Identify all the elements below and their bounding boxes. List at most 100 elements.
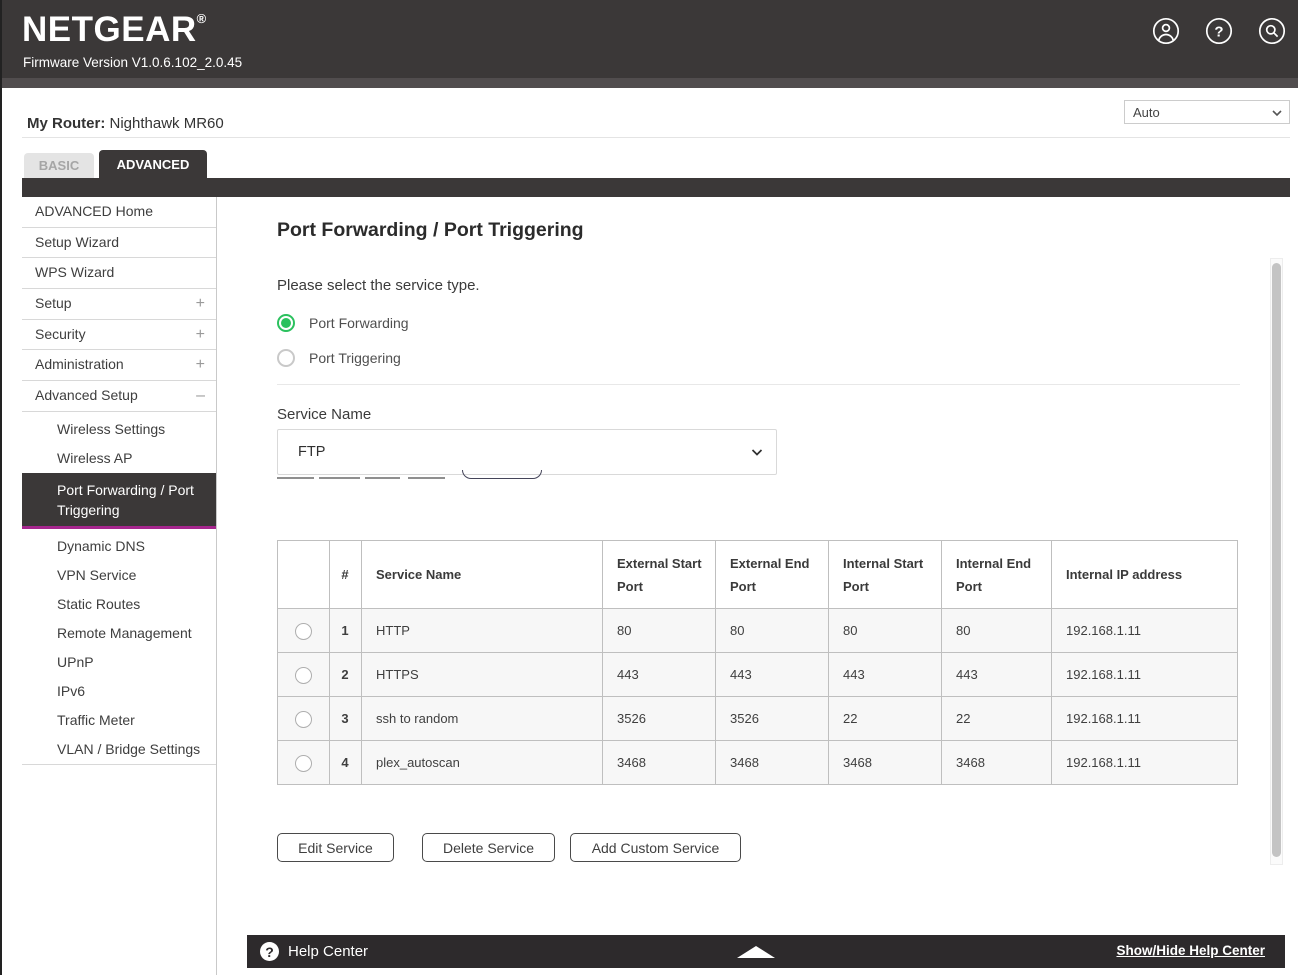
tab-basic[interactable]: BASIC (24, 153, 94, 178)
search-icon[interactable] (1258, 17, 1286, 45)
col-header-num: # (330, 541, 362, 609)
row-int-end: 80 (942, 609, 1052, 653)
sidebar-item-label: Administration (35, 356, 124, 372)
sidebar-item-label: Security (35, 326, 86, 342)
row-select-cell (278, 741, 330, 785)
help-question-icon: ? (260, 942, 279, 961)
col-header-ext-end: External EndPort (716, 541, 829, 609)
service-type-prompt: Please select the service type. (277, 277, 480, 294)
header-bottom-strip (2, 78, 1298, 88)
row-radio[interactable] (295, 711, 312, 728)
sidebar-item-vlan-bridge[interactable]: VLAN / Bridge Settings (22, 735, 216, 764)
sidebar-item-port-forwarding[interactable]: Port Forwarding / Port Triggering (22, 473, 216, 529)
my-router-label: My Router: Nighthawk MR60 (27, 115, 224, 132)
sidebar-item-advanced-setup[interactable]: Advanced Setup– (22, 381, 216, 412)
radio-column-header (278, 541, 330, 609)
sidebar-item-traffic-meter[interactable]: Traffic Meter (22, 706, 216, 735)
clipped-button-edge (462, 470, 542, 479)
delete-service-button[interactable]: Delete Service (422, 833, 555, 862)
sidebar-item-wireless-ap[interactable]: Wireless AP (22, 444, 216, 473)
sidebar-item-vpn-service[interactable]: VPN Service (22, 561, 216, 590)
sidebar-group-divider (22, 764, 216, 765)
edit-service-button[interactable]: Edit Service (277, 833, 394, 862)
radio-selected-icon[interactable] (277, 314, 295, 332)
sidebar-nav: ADVANCED Home Setup Wizard WPS Wizard Se… (22, 197, 217, 975)
radio-port-triggering[interactable]: Port Triggering (277, 348, 401, 368)
chevron-down-icon (1271, 107, 1283, 119)
help-center-title: Help Center (288, 943, 368, 960)
row-ip: 192.168.1.11 (1052, 741, 1238, 785)
row-int-end: 443 (942, 653, 1052, 697)
sidebar-item-label: WPS Wizard (35, 264, 114, 280)
port-forwarding-table: # Service Name External StartPort Extern… (277, 540, 1238, 785)
sidebar-item-wireless-settings[interactable]: Wireless Settings (22, 415, 216, 444)
clipped-field-edge (319, 477, 360, 479)
service-name-label: Service Name (277, 406, 371, 423)
sidebar-item-remote-management[interactable]: Remote Management (22, 619, 216, 648)
help-icon[interactable]: ? (1205, 17, 1233, 45)
clipped-field-edge (408, 477, 445, 479)
col-header-service-name: Service Name (362, 541, 603, 609)
collapse-minus-icon[interactable]: – (196, 381, 205, 411)
row-num: 4 (330, 741, 362, 785)
row-int-end: 3468 (942, 741, 1052, 785)
sidebar-item-static-routes[interactable]: Static Routes (22, 590, 216, 619)
svg-text:?: ? (1214, 24, 1223, 41)
row-ext-end: 443 (716, 653, 829, 697)
expand-plus-icon[interactable]: + (196, 289, 205, 319)
col-header-int-start: Internal StartPort (829, 541, 942, 609)
sidebar-item-upnp[interactable]: UPnP (22, 648, 216, 677)
col-header-internal-ip: Internal IP address (1052, 541, 1238, 609)
collapse-arrow-icon[interactable] (737, 946, 775, 958)
tab-advanced[interactable]: ADVANCED (99, 150, 207, 178)
row-ip: 192.168.1.11 (1052, 609, 1238, 653)
row-num: 2 (330, 653, 362, 697)
table-header-row: # Service Name External StartPort Extern… (278, 541, 1238, 609)
clipped-field-edge (277, 477, 314, 479)
add-custom-service-button[interactable]: Add Custom Service (570, 833, 741, 862)
row-service: HTTPS (362, 653, 603, 697)
row-radio[interactable] (295, 755, 312, 772)
auto-refresh-select[interactable]: Auto (1124, 100, 1290, 124)
scrollbar-thumb[interactable] (1272, 263, 1281, 857)
row-int-end: 22 (942, 697, 1052, 741)
table-row: 4 plex_autoscan 3468 3468 3468 3468 192.… (278, 741, 1238, 785)
expand-plus-icon[interactable]: + (196, 350, 205, 380)
table-row: 3 ssh to random 3526 3526 22 22 192.168.… (278, 697, 1238, 741)
row-int-start: 443 (829, 653, 942, 697)
row-int-start: 3468 (829, 741, 942, 785)
row-radio[interactable] (295, 623, 312, 640)
row-ext-start: 3468 (603, 741, 716, 785)
sidebar-item-setup-wizard[interactable]: Setup Wizard (22, 228, 216, 259)
row-ip: 192.168.1.11 (1052, 697, 1238, 741)
sidebar-item-security[interactable]: Security + (22, 320, 216, 351)
expand-plus-icon[interactable]: + (196, 320, 205, 350)
row-ext-start: 80 (603, 609, 716, 653)
registered-trademark: ® (197, 11, 207, 26)
show-hide-help-link[interactable]: Show/Hide Help Center (1116, 943, 1265, 958)
sidebar-item-advanced-home[interactable]: ADVANCED Home (22, 197, 216, 228)
row-radio[interactable] (295, 667, 312, 684)
row-select-cell (278, 697, 330, 741)
row-ext-end: 3526 (716, 697, 829, 741)
sidebar-item-administration[interactable]: Administration + (22, 350, 216, 381)
row-int-start: 22 (829, 697, 942, 741)
sidebar-item-ipv6[interactable]: IPv6 (22, 677, 216, 706)
sidebar-item-setup[interactable]: Setup+ (22, 289, 216, 320)
row-ext-end: 80 (716, 609, 829, 653)
router-name: Nighthawk MR60 (110, 115, 224, 132)
sidebar-item-dynamic-dns[interactable]: Dynamic DNS (22, 532, 216, 561)
sidebar-item-wps-wizard[interactable]: WPS Wizard (22, 258, 216, 289)
clipped-field-edge (365, 477, 400, 479)
service-name-dropdown[interactable]: FTP (277, 429, 777, 475)
row-service: ssh to random (362, 697, 603, 741)
sidebar-item-label: Setup Wizard (35, 234, 119, 250)
subheader-divider (22, 137, 1290, 138)
row-ext-start: 443 (603, 653, 716, 697)
service-name-value: FTP (298, 444, 325, 460)
radio-port-forwarding[interactable]: Port Forwarding (277, 313, 409, 333)
user-icon[interactable] (1152, 17, 1180, 45)
radio-unselected-icon[interactable] (277, 349, 295, 367)
router-admin-page: NETGEAR® Firmware Version V1.0.6.102_2.0… (0, 0, 1298, 975)
row-int-start: 80 (829, 609, 942, 653)
